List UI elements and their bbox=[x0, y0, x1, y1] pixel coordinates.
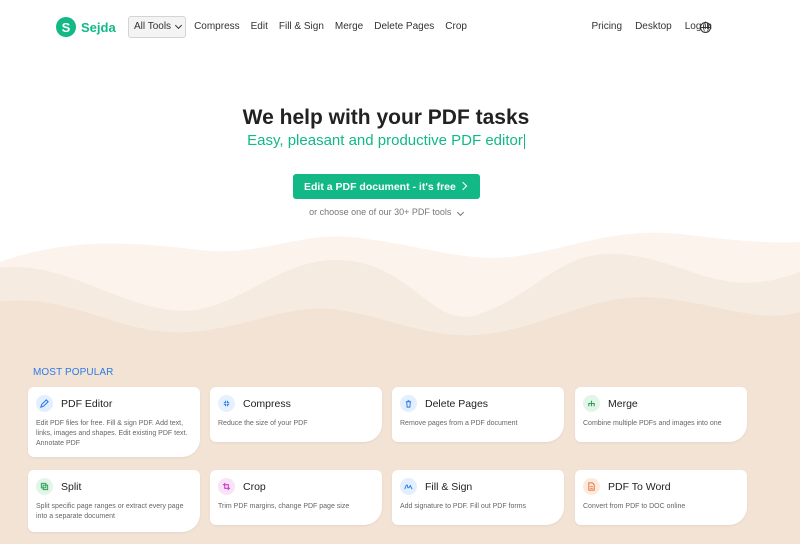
hero-subtitle-text: Easy, pleasant and productive PDF editor bbox=[247, 132, 523, 149]
cta-label: Edit a PDF document - it's free bbox=[304, 180, 456, 193]
chevron-right-icon bbox=[458, 181, 468, 191]
word-doc-icon bbox=[583, 478, 600, 495]
card-description: Reduce the size of your PDF bbox=[218, 420, 308, 427]
tool-card-merge[interactable]: Merge Combine multiple PDFs and images i… bbox=[575, 387, 747, 442]
tool-card-fill-sign[interactable]: Fill & Sign Add signature to PDF. Fill o… bbox=[392, 470, 564, 525]
nav-compress[interactable]: Compress bbox=[194, 16, 240, 38]
pencil-icon bbox=[36, 395, 53, 412]
sejda-logo[interactable]: S Sejda bbox=[56, 17, 116, 37]
top-navigation: S Sejda All Tools Compress Edit Fill & S… bbox=[0, 0, 800, 56]
globe-icon[interactable] bbox=[700, 22, 711, 33]
hero-subtitle: Easy, pleasant and productive PDF editor bbox=[0, 132, 772, 149]
most-popular-heading: MOST POPULAR bbox=[33, 367, 114, 378]
card-description: Edit PDF files for free. Fill & sign PDF… bbox=[36, 420, 188, 447]
tool-card-crop[interactable]: Crop Trim PDF margins, change PDF page s… bbox=[210, 470, 382, 525]
edit-pdf-cta-button[interactable]: Edit a PDF document - it's free bbox=[293, 174, 480, 199]
card-title: Merge bbox=[608, 397, 638, 410]
sejda-logo-text: Sejda bbox=[81, 19, 116, 35]
card-title: Delete Pages bbox=[425, 397, 489, 410]
card-description: Remove pages from a PDF document bbox=[400, 420, 518, 427]
card-head: PDF To Word bbox=[583, 478, 739, 495]
tool-card-pdf-to-word[interactable]: PDF To Word Convert from PDF to DOC onli… bbox=[575, 470, 747, 525]
card-head: Compress bbox=[218, 395, 374, 412]
card-head: Delete Pages bbox=[400, 395, 556, 412]
card-title: Split bbox=[61, 480, 82, 493]
nav-crop[interactable]: Crop bbox=[445, 16, 467, 38]
compress-icon bbox=[218, 395, 235, 412]
card-title: Fill & Sign bbox=[425, 480, 473, 493]
tool-card-compress[interactable]: Compress Reduce the size of your PDF bbox=[210, 387, 382, 442]
card-description: Trim PDF margins, change PDF page size bbox=[218, 503, 350, 510]
card-title: Crop bbox=[243, 480, 266, 493]
sejda-logo-icon: S bbox=[56, 17, 76, 37]
nav-pricing[interactable]: Pricing bbox=[591, 16, 622, 38]
card-title: PDF To Word bbox=[608, 480, 671, 493]
card-head: Merge bbox=[583, 395, 739, 412]
nav-delete-pages[interactable]: Delete Pages bbox=[374, 16, 434, 38]
choose-tools-text: or choose one of our 30+ PDF tools bbox=[309, 207, 452, 217]
card-description: Combine multiple PDFs and images into on… bbox=[583, 420, 722, 427]
nav-left: All Tools Compress Edit Fill & Sign Merg… bbox=[128, 16, 478, 38]
nav-edit[interactable]: Edit bbox=[251, 16, 268, 38]
card-title: Compress bbox=[243, 397, 291, 410]
nav-merge[interactable]: Merge bbox=[335, 16, 363, 38]
nav-all-tools-label: All Tools bbox=[134, 21, 172, 32]
nav-all-tools-dropdown[interactable]: All Tools bbox=[128, 16, 187, 38]
tool-card-delete-pages[interactable]: Delete Pages Remove pages from a PDF doc… bbox=[392, 387, 564, 442]
card-head: Crop bbox=[218, 478, 374, 495]
chevron-down-icon bbox=[175, 21, 183, 30]
split-icon bbox=[36, 478, 53, 495]
tool-card-split[interactable]: Split Split specific page ranges or extr… bbox=[28, 470, 200, 532]
choose-tools-link[interactable]: or choose one of our 30+ PDF tools bbox=[0, 207, 772, 217]
card-description: Split specific page ranges or extract ev… bbox=[36, 503, 184, 520]
merge-icon bbox=[583, 395, 600, 412]
trash-icon bbox=[400, 395, 417, 412]
card-head: Split bbox=[36, 478, 192, 495]
card-head: Fill & Sign bbox=[400, 478, 556, 495]
chevron-down-icon bbox=[456, 208, 464, 217]
card-title: PDF Editor bbox=[61, 397, 113, 410]
card-head: PDF Editor bbox=[36, 395, 192, 412]
card-description: Add signature to PDF. Fill out PDF forms bbox=[400, 503, 527, 510]
text-caret bbox=[523, 133, 525, 149]
tool-card-pdf-editor[interactable]: PDF Editor Edit PDF files for free. Fill… bbox=[28, 387, 200, 457]
card-description: Convert from PDF to DOC online bbox=[583, 503, 686, 510]
nav-right: Pricing Desktop Log in bbox=[578, 16, 712, 38]
crop-icon bbox=[218, 478, 235, 495]
nav-desktop[interactable]: Desktop bbox=[635, 16, 672, 38]
nav-fill-sign[interactable]: Fill & Sign bbox=[279, 16, 324, 38]
hero-title: We help with your PDF tasks bbox=[242, 106, 530, 129]
signature-icon bbox=[400, 478, 417, 495]
